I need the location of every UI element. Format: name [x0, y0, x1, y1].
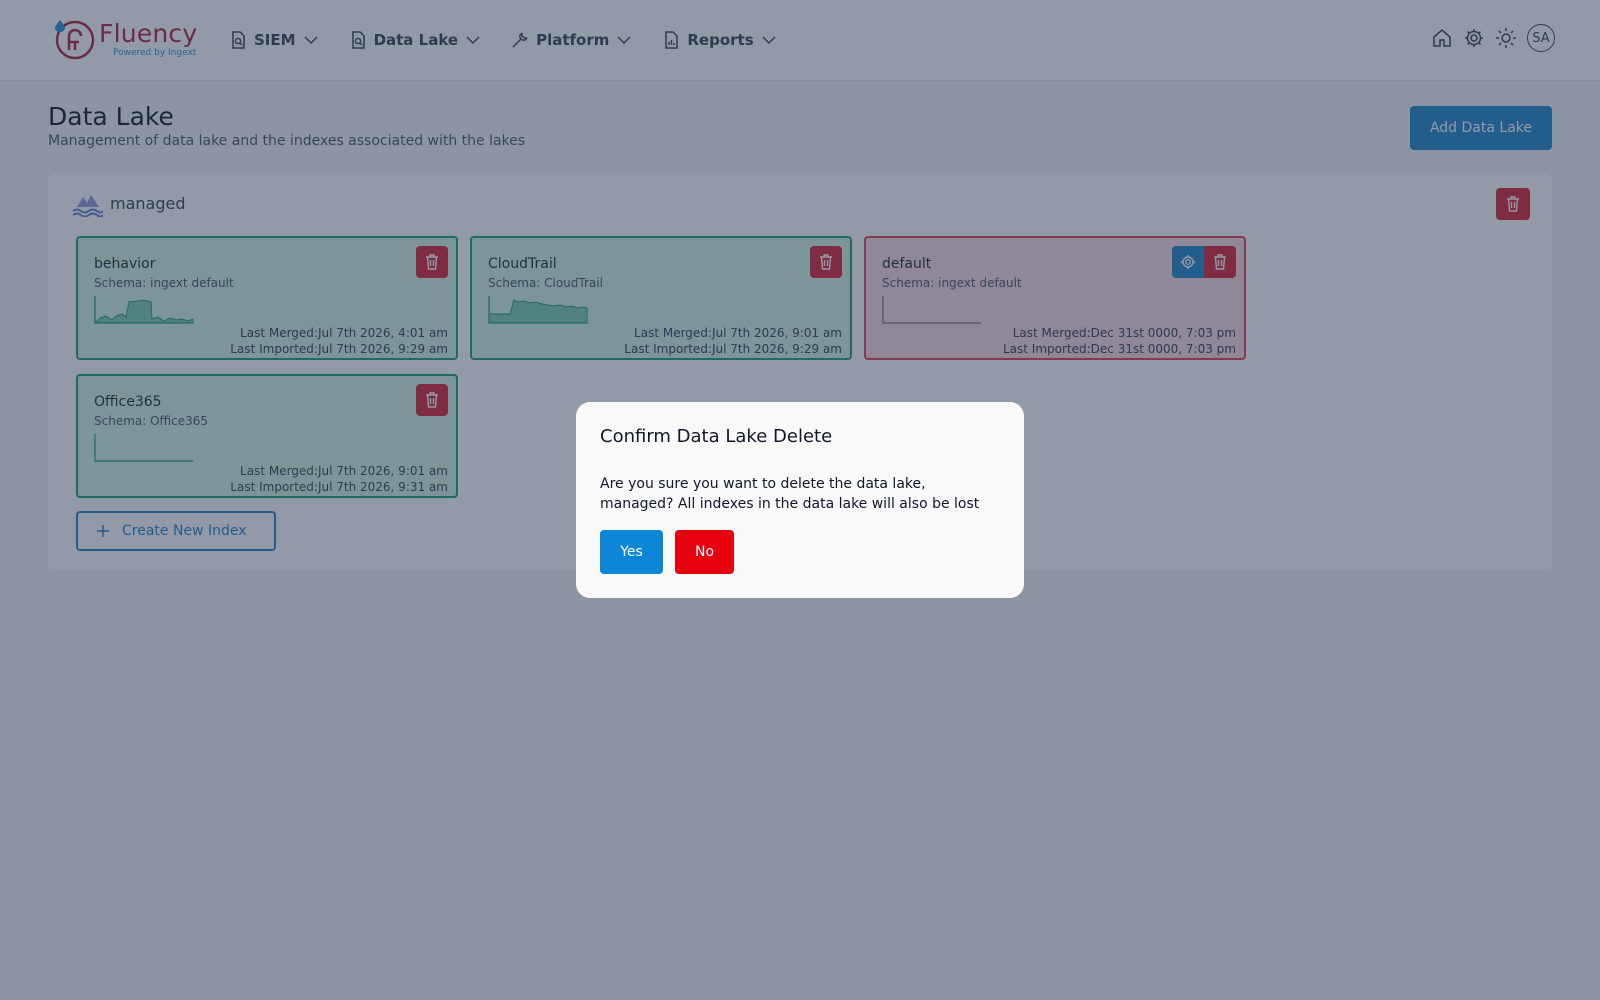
dialog-title: Confirm Data Lake Delete [600, 426, 833, 447]
confirm-yes-button[interactable]: Yes [600, 530, 663, 574]
confirm-delete-dialog: Confirm Data Lake Delete Are you sure yo… [576, 402, 1024, 598]
confirm-no-button[interactable]: No [675, 530, 734, 574]
dialog-message: Are you sure you want to delete the data… [600, 476, 980, 512]
